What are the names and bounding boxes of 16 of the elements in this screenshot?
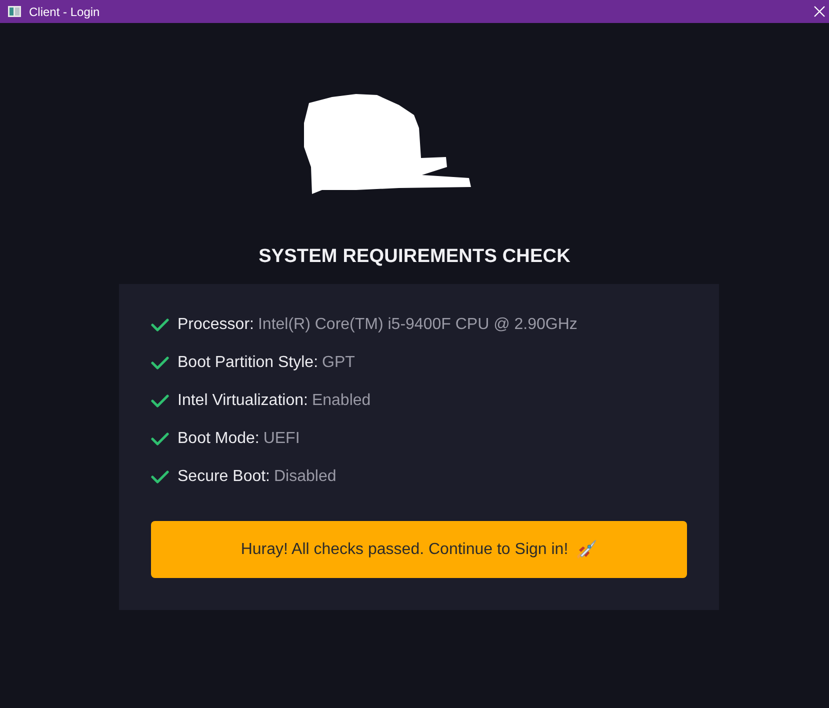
- requirement-label: Secure Boot:: [178, 467, 270, 487]
- requirement-value: Disabled: [274, 467, 336, 487]
- requirement-value: Enabled: [312, 391, 371, 411]
- window-title: Client - Login: [29, 4, 100, 20]
- requirement-value: GPT: [322, 353, 355, 373]
- page-heading: SYSTEM REQUIREMENTS CHECK: [258, 245, 570, 269]
- rocket-icon: [576, 540, 596, 560]
- requirement-label: Boot Partition Style:: [178, 353, 318, 373]
- requirement-label: Processor:: [178, 315, 254, 335]
- continue-button[interactable]: Huray! All checks passed. Continue to Sign in!: [150, 521, 686, 578]
- close-icon[interactable]: [814, 6, 825, 17]
- requirement-value: Intel(R) Core(TM) i5-9400F CPU @ 2.90GHz: [258, 315, 578, 335]
- window-icon: [8, 6, 21, 17]
- requirement-value: UEFI: [263, 429, 300, 449]
- requirement-label: Boot Mode:: [178, 429, 260, 449]
- requirement-label: Intel Virtualization:: [178, 391, 308, 411]
